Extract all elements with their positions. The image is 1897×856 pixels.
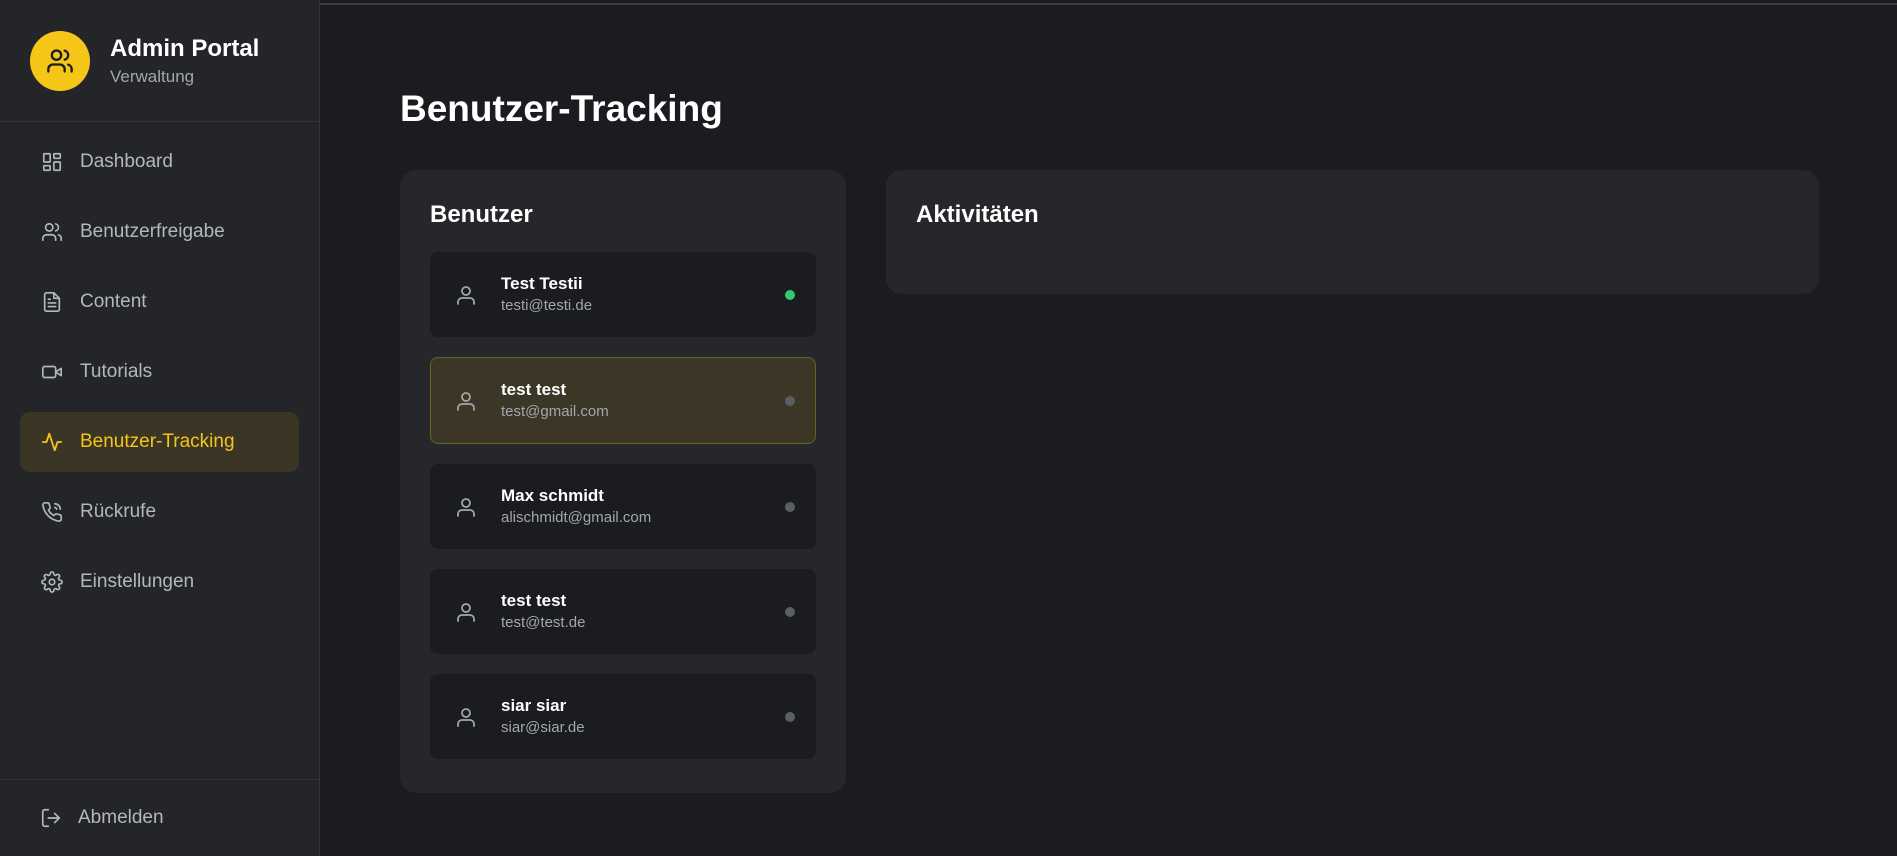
user-icon [451,702,481,732]
user-list-item-selected[interactable]: test test test@gmail.com [430,357,816,444]
user-email: siar@siar.de [501,719,585,736]
user-email: alischmidt@gmail.com [501,509,652,526]
activities-card-title: Aktivitäten [916,201,1039,228]
user-list-item[interactable]: Test Testii testi@testi.de [430,252,816,337]
users-card-title: Benutzer [430,201,533,228]
sidebar-item-label: Benutzer-Tracking [80,431,235,452]
user-info: siar siar siar@siar.de [501,695,585,738]
user-info: Test Testii testi@testi.de [501,273,592,316]
video-icon [40,360,64,384]
status-online-indicator [785,289,795,300]
user-email: test@gmail.com [501,403,609,420]
user-name: test test [501,591,567,610]
sidebar-item-rueckrufe[interactable]: Rückrufe [20,482,299,542]
sidebar-item-label: Dashboard [80,151,173,172]
user-info: Max schmidt alischmidt@gmail.com [501,485,651,528]
user-icon [451,492,481,522]
user-name: Max schmidt [501,486,604,505]
sidebar-item-content[interactable]: Content [20,272,299,332]
user-email: test@test.de [501,614,586,631]
user-info: test test test@gmail.com [501,379,609,422]
main-content: Benutzer-Tracking Benutzer Test Testii t… [320,0,1897,856]
sidebar-item-dashboard[interactable]: Dashboard [20,132,299,192]
user-list-item[interactable]: test test test@test.de [430,569,816,654]
status-offline-indicator [785,395,795,406]
brand-title: Admin Portal [110,34,260,62]
sidebar-item-benutzer-tracking[interactable]: Benutzer-Tracking [20,412,299,472]
activity-icon [40,430,64,454]
sidebar-item-label: Tutorials [80,361,153,382]
brand-header: Admin Portal Verwaltung [0,0,319,122]
document-icon [40,290,64,314]
user-icon [451,386,481,416]
status-offline-indicator [785,501,795,512]
user-info: test test test@test.de [501,590,585,633]
users-icon [30,30,90,91]
sidebar-item-label: Einstellungen [80,571,195,592]
user-name: siar siar [501,696,567,715]
sidebar-item-label: Content [80,291,147,312]
user-email: testi@testi.de [501,297,593,314]
sidebar-item-benutzerfreigabe[interactable]: Benutzerfreigabe [20,202,299,262]
sidebar-item-einstellungen[interactable]: Einstellungen [20,552,299,612]
brand-text: Admin Portal Verwaltung [110,34,259,88]
page-title: Benutzer-Tracking [400,88,723,129]
user-name: Test Testii [501,274,583,293]
sidebar-item-tutorials[interactable]: Tutorials [20,342,299,402]
sidebar: Admin Portal Verwaltung Dashboard Benutz… [0,0,320,856]
user-list-item[interactable]: siar siar siar@siar.de [430,674,816,759]
user-icon [451,597,481,627]
user-list-item[interactable]: Max schmidt alischmidt@gmail.com [430,464,816,549]
activities-card: Aktivitäten [886,170,1819,294]
logout-button[interactable]: Abmelden [0,779,319,856]
phone-icon [40,500,64,524]
user-icon [451,280,481,310]
user-name: test test [501,380,567,399]
user-list: Test Testii testi@testi.de test test tes… [430,252,816,759]
dashboard-icon [40,150,64,174]
gear-icon [40,570,64,594]
app-root: Admin Portal Verwaltung Dashboard Benutz… [0,0,1897,856]
logout-icon [40,806,64,830]
status-offline-indicator [785,606,795,617]
sidebar-nav: Dashboard Benutzerfreigabe Content Tutor… [0,122,319,612]
sidebar-item-label: Benutzerfreigabe [80,221,225,242]
brand-subtitle: Verwaltung [110,66,195,86]
users-card: Benutzer Test Testii testi@testi.de test… [400,170,846,793]
sidebar-item-label: Rückrufe [80,501,157,522]
top-divider [320,3,1897,5]
logout-label: Abmelden [78,807,164,828]
users-icon [40,220,64,244]
status-offline-indicator [785,711,795,722]
